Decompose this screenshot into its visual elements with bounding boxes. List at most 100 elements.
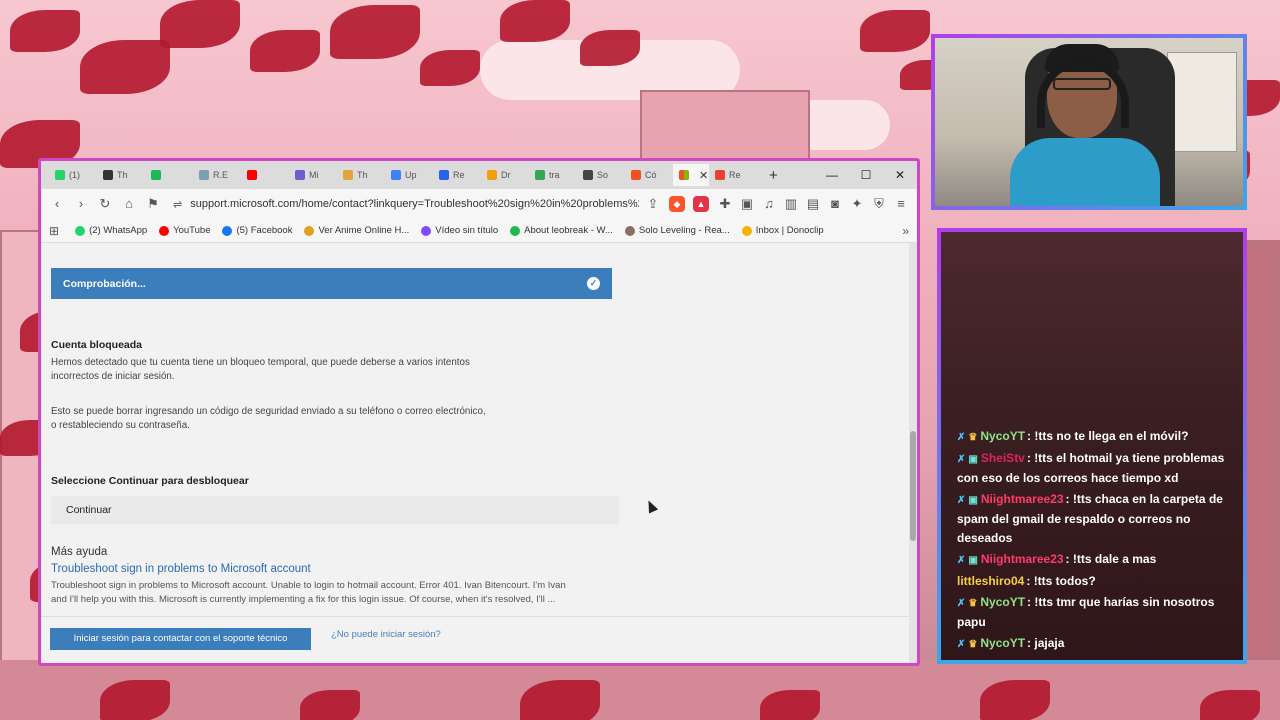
bookmark-item[interactable]: Ver Anime Online H... <box>304 225 409 236</box>
chat-message: ✗ ▣ SheiStv: !tts el hotmail ya tiene prob… <box>957 449 1229 488</box>
ground <box>0 660 1280 720</box>
tab-label: Dr <box>501 170 511 180</box>
chat-message: ✗ ♛ NycoYT: jajaja <box>957 634 1229 654</box>
chat-message: littleshiro04: !tts todos? <box>957 572 1229 591</box>
bookmark-favicon-icon <box>421 225 432 236</box>
bookmark-item[interactable]: Inbox | Donoclip <box>741 225 824 236</box>
webcam-feed <box>935 38 1243 206</box>
bookmark-item[interactable]: (5) Facebook <box>222 225 292 236</box>
forward-button[interactable]: › <box>71 194 91 214</box>
bookmark-item[interactable]: (2) WhatsApp <box>75 225 147 236</box>
tab-favicon-icon <box>103 170 113 180</box>
bookmark-favicon-icon <box>624 225 635 236</box>
leaf-cluster <box>330 5 420 59</box>
cant-signin-link[interactable]: ¿No puede iniciar sesión? <box>331 629 441 640</box>
bookmark-item[interactable]: YouTube <box>159 225 210 236</box>
locked-paragraph-1: Hemos detectado que tu cuenta tiene un b… <box>51 356 521 384</box>
tab-item[interactable]: (1) <box>49 164 97 186</box>
page-scrollbar[interactable] <box>909 243 917 663</box>
leaf-cluster <box>300 690 360 720</box>
tab-item[interactable]: tra <box>529 164 577 186</box>
brave-shield-icon[interactable]: ◆ <box>669 196 685 212</box>
bookmark-label: Solo Leveling - Rea... <box>638 225 730 236</box>
active-tab[interactable]: ✕ <box>673 164 709 186</box>
tab-label: Up <box>405 170 417 180</box>
tab-item[interactable]: Có <box>625 164 673 186</box>
media-icon[interactable]: ♫ <box>759 194 779 214</box>
scrollbar-thumb[interactable] <box>910 431 916 541</box>
crown-badge-icon: ♛ <box>968 432 978 443</box>
crown-badge-icon: ♛ <box>968 598 978 609</box>
chat-text: : jajaja <box>1027 636 1065 650</box>
menu-icon[interactable]: ≡ <box>891 194 911 214</box>
tab-item[interactable]: Re <box>709 164 757 186</box>
bookmark-label: (2) WhatsApp <box>89 225 148 236</box>
back-button[interactable]: ‹ <box>47 194 67 214</box>
tab-item[interactable]: Th <box>337 164 385 186</box>
leo-ai-icon[interactable]: ✦ <box>847 194 867 214</box>
chat-message: ✗ ♛ NycoYT: !tts no te llega en el móvil? <box>957 427 1229 447</box>
tab-item[interactable] <box>241 164 289 186</box>
text-line: and I'll help you with this. Microsoft i… <box>51 594 556 605</box>
wallet-icon[interactable]: ▤ <box>803 194 823 214</box>
brave-rewards-icon[interactable]: ▲ <box>693 196 709 212</box>
tab-close-icon[interactable]: ✕ <box>699 169 708 182</box>
select-continue-title: Seleccione Continuar para desbloquear <box>51 475 249 487</box>
tab-label: (1) <box>69 170 80 180</box>
site-info-icon[interactable]: ⇌ <box>173 198 182 211</box>
bot-badge-icon: ▣ <box>968 454 978 465</box>
browser-window: (1) Th R.E Mi Th Up Re Dr tra So Có ✕ Re + — ☐ ✕ ‹… <box>38 158 920 666</box>
maximize-button[interactable]: ☐ <box>849 168 883 182</box>
chat-text: : !tts dale a mas <box>1065 552 1157 566</box>
bookmark-favicon-icon <box>75 225 86 236</box>
tab-favicon-icon <box>631 170 641 180</box>
bookmark-item[interactable]: About leobreak - W... <box>510 225 613 236</box>
tab-item[interactable]: Th <box>97 164 145 186</box>
bookmark-label: Vídeo sin título <box>435 225 499 236</box>
tab-item[interactable]: So <box>577 164 625 186</box>
person-shirt <box>1010 138 1160 206</box>
chat-username: SheiStv <box>980 451 1025 465</box>
bookmark-item[interactable]: Vídeo sin título <box>421 225 498 236</box>
tab-favicon-icon <box>295 170 305 180</box>
tab-item[interactable]: Mi <box>289 164 337 186</box>
bookmark-label: Inbox | Donoclip <box>755 225 824 236</box>
bookmarks-bar: ⊞ (2) WhatsApp YouTube (5) Facebook Ver Ani… <box>41 219 917 243</box>
tab-item[interactable]: Up <box>385 164 433 186</box>
reload-button[interactable]: ↻ <box>95 194 115 214</box>
screenshot-icon[interactable]: ▣ <box>737 194 757 214</box>
tab-item[interactable]: Dr <box>481 164 529 186</box>
camera-icon[interactable]: ◙ <box>825 194 845 214</box>
chat-message: ✗ ▣ Niightmaree23: !tts dale a mas <box>957 550 1229 570</box>
close-window-button[interactable]: ✕ <box>883 168 917 182</box>
continue-button[interactable]: Continuar <box>51 496 619 524</box>
bookmark-icon[interactable]: ⚑ <box>143 194 163 214</box>
leaf-cluster <box>980 680 1050 720</box>
minimize-button[interactable]: — <box>815 168 849 182</box>
vpn-icon[interactable]: ⛨ <box>869 194 889 214</box>
bookmark-favicon-icon <box>222 225 233 236</box>
new-tab-button[interactable]: + <box>769 167 778 184</box>
leaf-cluster <box>1200 690 1260 720</box>
bookmark-item[interactable]: Solo Leveling - Rea... <box>624 225 730 236</box>
tab-item[interactable] <box>145 164 193 186</box>
help-article-link[interactable]: Troubleshoot sign in problems to Microso… <box>51 563 311 575</box>
leaf-cluster <box>760 690 820 720</box>
more-help-heading: Más ayuda <box>51 546 108 558</box>
sidebar-icon[interactable]: ▥ <box>781 194 801 214</box>
apps-grid-icon[interactable]: ⊞ <box>49 224 59 238</box>
signin-support-button[interactable]: Iniciar sesión para contactar con el sop… <box>50 628 311 650</box>
text-line: Troubleshoot sign in problems to Microso… <box>51 580 566 591</box>
more-bookmarks-icon[interactable]: » <box>902 224 909 238</box>
bookmark-favicon-icon <box>741 225 752 236</box>
address-bar[interactable]: ⇌ support.microsoft.com/home/contact?lin… <box>167 193 639 215</box>
url-text: support.microsoft.com/home/contact?linkq… <box>190 198 639 210</box>
extensions-icon[interactable]: ✚ <box>715 194 735 214</box>
tab-label: Re <box>453 170 465 180</box>
tab-item[interactable]: R.E <box>193 164 241 186</box>
tab-favicon-icon <box>487 170 497 180</box>
tab-item[interactable]: Re <box>433 164 481 186</box>
bookmark-label: About leobreak - W... <box>524 225 613 236</box>
share-icon[interactable]: ⇪ <box>643 194 663 214</box>
home-button[interactable]: ⌂ <box>119 194 139 214</box>
